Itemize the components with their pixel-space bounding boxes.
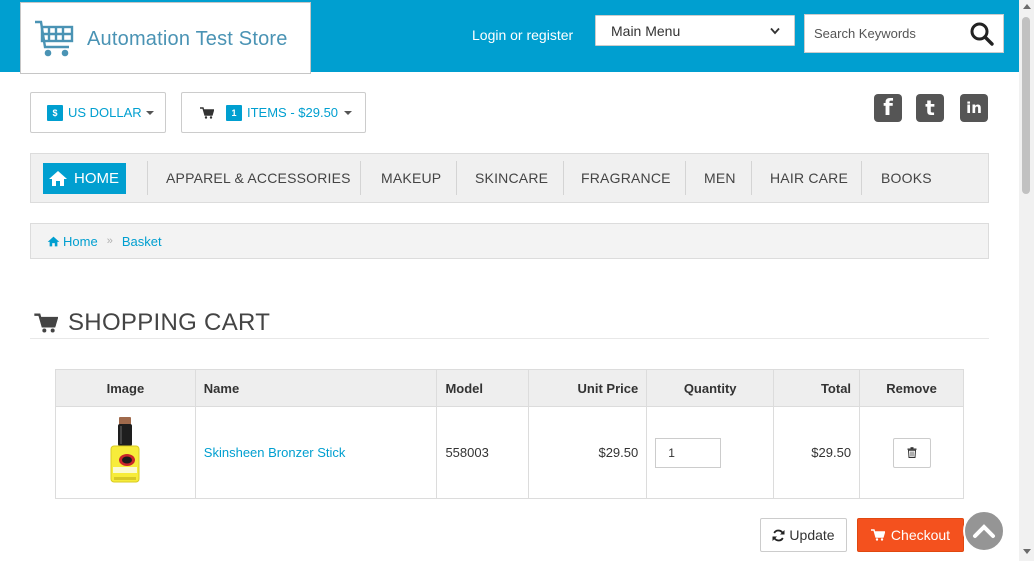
column-header-quantity: Quantity — [646, 369, 775, 407]
search-box — [804, 14, 1004, 53]
product-name-cell: Skinsheen Bronzer Stick — [194, 406, 438, 499]
top-header-bar: Automation Test Store Login or register … — [0, 0, 1034, 74]
checkout-button[interactable]: Checkout — [857, 518, 964, 552]
nav-item-apparel[interactable]: APPAREL & ACCESSORIES — [166, 154, 351, 202]
nav-divider — [360, 161, 361, 195]
chevron-down-icon — [770, 27, 780, 34]
linkedin-icon[interactable]: in — [960, 94, 988, 122]
nav-divider — [147, 161, 148, 195]
currency-symbol-badge: $ — [47, 104, 63, 121]
nav-item-books[interactable]: BOOKS — [881, 154, 932, 202]
store-logo[interactable]: Automation Test Store — [20, 2, 311, 74]
trash-icon — [907, 447, 917, 458]
chevron-up-icon — [973, 524, 995, 538]
facebook-icon[interactable]: f — [874, 94, 902, 122]
cart-icon — [870, 529, 885, 541]
home-icon — [47, 236, 60, 246]
nav-divider — [751, 161, 752, 195]
page-scrollbar[interactable] — [1019, 0, 1034, 561]
checkout-label: Checkout — [890, 527, 951, 543]
logo-text: Automation Test Store — [87, 28, 288, 50]
column-header-unit-price: Unit Price — [528, 369, 648, 407]
title-divider — [30, 338, 989, 339]
page-title: SHOPPING CART — [34, 309, 270, 337]
cart-summary-label: ITEMS - $29.50 — [247, 105, 339, 120]
main-menu-value: Main Menu — [611, 22, 681, 39]
search-icon[interactable] — [969, 21, 995, 47]
twitter-icon[interactable]: t — [916, 94, 944, 122]
table-header-row: Image Name Model Unit Price Quantity Tot… — [55, 369, 964, 407]
nav-item-hair-care[interactable]: HAIR CARE — [770, 154, 848, 202]
product-image-cell — [55, 406, 196, 499]
shopping-cart-icon — [34, 313, 58, 333]
product-unit-price: $29.50 — [528, 406, 648, 499]
column-header-name: Name — [194, 369, 438, 407]
product-total: $29.50 — [773, 406, 861, 499]
scroll-to-top-button[interactable] — [963, 510, 1005, 552]
breadcrumb-basket-link[interactable]: Basket — [122, 234, 162, 249]
remove-cell — [859, 406, 964, 499]
currency-dropdown[interactable]: $ US DOLLAR — [30, 92, 166, 133]
nav-item-makeup[interactable]: MAKEUP — [381, 154, 441, 202]
column-header-image: Image — [55, 369, 196, 407]
breadcrumb: Home » Basket — [30, 223, 989, 259]
update-label: Update — [789, 527, 835, 543]
column-header-total: Total — [773, 369, 861, 407]
quantity-cell — [646, 406, 775, 499]
nav-divider — [861, 161, 862, 195]
breadcrumb-separator-icon: » — [106, 235, 113, 247]
refresh-icon — [772, 529, 785, 541]
nav-divider — [685, 161, 686, 195]
home-icon — [49, 171, 67, 186]
table-row: Skinsheen Bronzer Stick 558003 $29.50 $2… — [55, 406, 964, 499]
column-header-model: Model — [436, 369, 530, 407]
caret-down-icon — [145, 110, 154, 115]
nav-item-home[interactable]: HOME — [43, 163, 126, 194]
product-thumbnail[interactable] — [105, 415, 145, 487]
cart-summary-dropdown[interactable]: 1 ITEMS - $29.50 — [181, 92, 366, 133]
cart-count-badge: 1 — [226, 104, 242, 121]
remove-item-button[interactable] — [892, 437, 931, 468]
scrollbar-thumb[interactable] — [1022, 17, 1030, 194]
quantity-input[interactable] — [655, 437, 722, 468]
currency-label: US DOLLAR — [68, 105, 142, 120]
category-nav: HOME APPAREL & ACCESSORIES MAKEUP SKINCA… — [30, 153, 989, 203]
cart-logo-icon — [35, 20, 74, 57]
page-title-text: SHOPPING CART — [68, 309, 271, 336]
product-model: 558003 — [436, 406, 530, 499]
caret-down-icon — [344, 110, 353, 115]
nav-divider — [456, 161, 457, 195]
nav-item-men[interactable]: MEN — [704, 154, 736, 202]
cart-icon — [200, 106, 214, 119]
scroll-up-arrow-icon[interactable] — [1023, 4, 1031, 9]
login-register-link[interactable]: Login or register — [472, 27, 573, 43]
scroll-down-arrow-icon[interactable] — [1023, 549, 1031, 554]
nav-item-fragrance[interactable]: FRAGRANCE — [581, 154, 671, 202]
update-cart-button[interactable]: Update — [760, 518, 847, 552]
product-name-link[interactable]: Skinsheen Bronzer Stick — [204, 445, 346, 460]
column-header-remove: Remove — [859, 369, 964, 407]
search-input[interactable] — [805, 15, 965, 52]
main-menu-select[interactable]: Main Menu — [595, 15, 795, 46]
cart-table: Image Name Model Unit Price Quantity Tot… — [55, 369, 964, 499]
nav-divider — [563, 161, 564, 195]
nav-item-skincare[interactable]: SKINCARE — [475, 154, 548, 202]
nav-home-label: HOME — [74, 170, 119, 187]
breadcrumb-home-link[interactable]: Home — [63, 234, 98, 249]
